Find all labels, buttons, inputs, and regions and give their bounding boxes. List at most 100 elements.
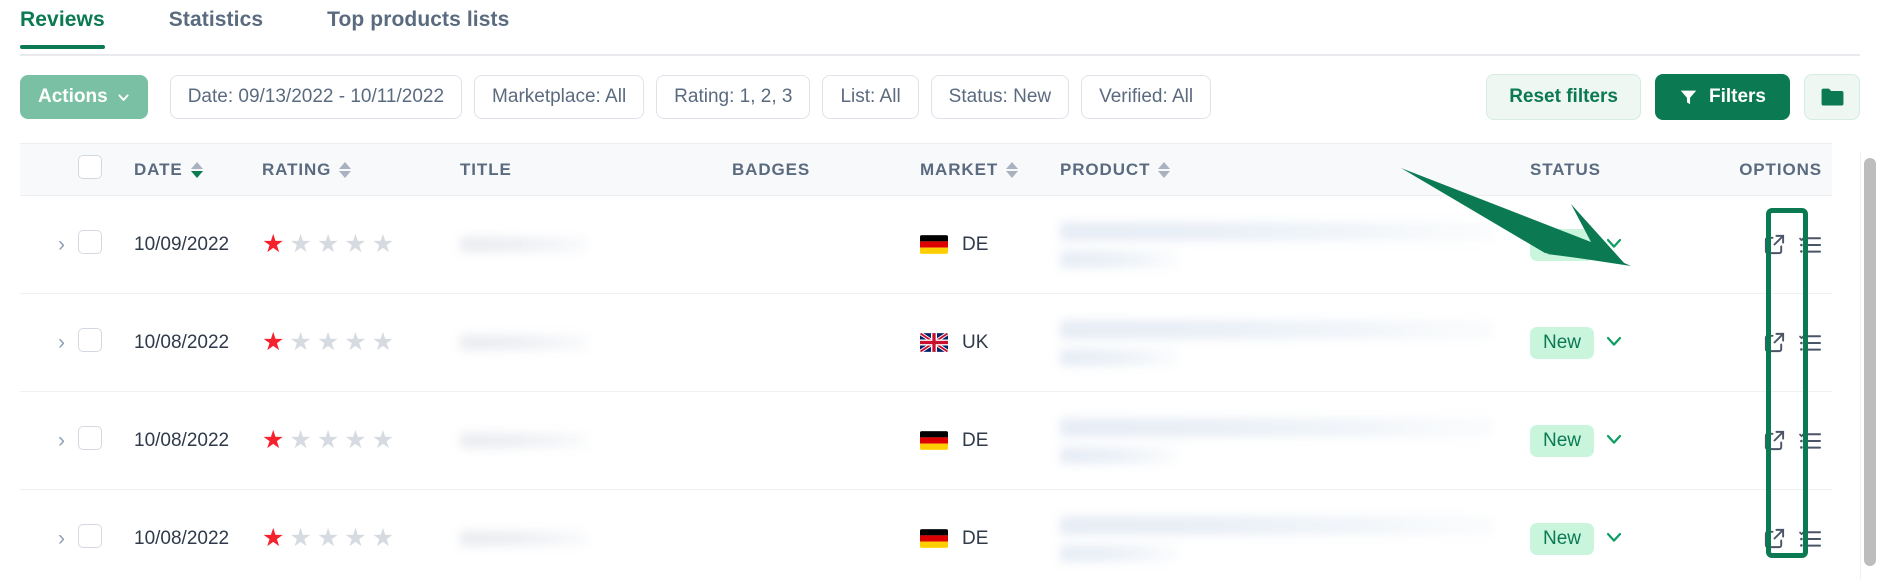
select-all-checkbox[interactable] — [78, 155, 102, 179]
filter-chip-marketplace[interactable]: Marketplace: All — [474, 75, 645, 119]
star-icon[interactable]: ★ — [262, 330, 284, 355]
cell-product — [1060, 391, 1530, 490]
table-row[interactable]: › 10/08/2022 ★ ★ ★ ★ ★ UK New — [20, 293, 1832, 392]
external-link-icon[interactable] — [1763, 429, 1786, 452]
chevron-right-icon[interactable]: › — [20, 331, 65, 354]
status-badge[interactable]: New — [1530, 326, 1595, 359]
star-icon[interactable]: ★ — [289, 428, 311, 453]
cell-date: 10/08/2022 — [134, 391, 262, 490]
cell-date: 10/08/2022 — [134, 293, 262, 392]
table-row[interactable]: › 10/08/2022 ★ ★ ★ ★ ★ DE New — [20, 490, 1832, 586]
sort-icon-market[interactable] — [1006, 161, 1019, 178]
row-checkbox[interactable] — [78, 523, 102, 548]
chevron-right-icon[interactable]: › — [20, 527, 65, 550]
row-select-cell[interactable] — [78, 490, 134, 586]
title-redacted-line — [460, 433, 588, 448]
product-redacted-line — [1060, 250, 1178, 268]
th-badges: BADGES — [732, 143, 920, 196]
folder-button[interactable] — [1804, 74, 1860, 120]
star-icon[interactable]: ★ — [317, 330, 339, 355]
filters-button[interactable]: Filters — [1654, 74, 1790, 120]
external-link-icon[interactable] — [1763, 233, 1786, 256]
star-icon[interactable]: ★ — [317, 232, 339, 257]
checklist-icon[interactable] — [1798, 527, 1822, 551]
vertical-scrollbar[interactable] — [1860, 152, 1878, 580]
filter-chip-verified[interactable]: Verified: All — [1081, 75, 1212, 119]
star-icon[interactable]: ★ — [289, 330, 311, 355]
checklist-icon[interactable] — [1798, 331, 1822, 355]
external-link-icon[interactable] — [1763, 527, 1786, 550]
chevron-down-icon[interactable] — [1606, 237, 1622, 252]
star-icon[interactable]: ★ — [372, 526, 394, 551]
th-options-label: OPTIONS — [1739, 159, 1822, 179]
tab-statistics[interactable]: Statistics — [169, 0, 287, 48]
checklist-icon[interactable] — [1798, 429, 1822, 453]
reset-filters-button[interactable]: Reset filters — [1486, 74, 1641, 120]
row-expander-cell[interactable]: › — [20, 293, 78, 392]
checklist-icon[interactable] — [1798, 233, 1822, 257]
star-icon[interactable]: ★ — [344, 330, 366, 355]
cell-title — [460, 391, 732, 490]
table-row[interactable]: › 10/08/2022 ★ ★ ★ ★ ★ DE New — [20, 391, 1832, 490]
tab-top-products-lists[interactable]: Top products lists — [327, 0, 533, 48]
cell-badges — [732, 195, 920, 294]
folder-icon — [1821, 88, 1843, 106]
tab-reviews[interactable]: Reviews — [20, 0, 129, 49]
row-expander-cell[interactable]: › — [20, 195, 78, 294]
th-date[interactable]: DATE — [134, 143, 262, 196]
row-expander-cell[interactable]: › — [20, 490, 78, 586]
status-badge[interactable]: New — [1530, 424, 1595, 457]
star-icon[interactable]: ★ — [372, 428, 394, 453]
row-expander-cell[interactable]: › — [20, 391, 78, 490]
star-icon[interactable]: ★ — [344, 428, 366, 453]
row-checkbox[interactable] — [78, 327, 102, 352]
cell-market: DE — [920, 490, 1060, 586]
status-badge[interactable]: New — [1530, 228, 1595, 261]
th-select-all — [78, 143, 134, 196]
market-code: DE — [962, 233, 989, 255]
star-icon[interactable]: ★ — [344, 526, 366, 551]
table-row[interactable]: › 10/09/2022 ★ ★ ★ ★ ★ DE New — [20, 195, 1832, 294]
status-badge[interactable]: New — [1530, 522, 1595, 555]
row-checkbox[interactable] — [78, 229, 102, 254]
chevron-down-icon[interactable] — [1606, 433, 1622, 448]
star-icon[interactable]: ★ — [289, 232, 311, 257]
th-rating[interactable]: RATING — [262, 143, 460, 196]
filter-chip-status[interactable]: Status: New — [930, 75, 1070, 119]
th-title-label: TITLE — [460, 159, 512, 179]
row-checkbox[interactable] — [78, 425, 102, 450]
star-icon[interactable]: ★ — [262, 428, 284, 453]
external-link-icon[interactable] — [1763, 331, 1786, 354]
chevron-right-icon[interactable]: › — [20, 429, 65, 452]
chevron-down-icon[interactable] — [1606, 335, 1622, 350]
star-icon[interactable]: ★ — [344, 232, 366, 257]
star-icon[interactable]: ★ — [289, 526, 311, 551]
cell-market: UK — [920, 293, 1060, 392]
th-market-label: MARKET — [920, 159, 999, 179]
filter-chip-rating[interactable]: Rating: 1, 2, 3 — [656, 75, 811, 119]
chevron-down-icon[interactable] — [1606, 531, 1622, 546]
row-select-cell[interactable] — [78, 391, 134, 490]
filter-chip-list[interactable]: List: All — [822, 75, 919, 119]
th-product[interactable]: PRODUCT — [1060, 143, 1530, 196]
star-icon[interactable]: ★ — [262, 526, 284, 551]
filter-chip-date[interactable]: Date: 09/13/2022 - 10/11/2022 — [169, 75, 463, 119]
sort-icon-product[interactable] — [1158, 161, 1171, 178]
cell-badges — [732, 490, 920, 586]
scrollbar-thumb[interactable] — [1864, 158, 1876, 566]
star-icon[interactable]: ★ — [317, 526, 339, 551]
row-select-cell[interactable] — [78, 293, 134, 392]
actions-button[interactable]: Actions — [20, 75, 148, 119]
sort-icon-rating[interactable] — [339, 161, 352, 178]
star-icon[interactable]: ★ — [262, 232, 284, 257]
star-icon[interactable]: ★ — [372, 330, 394, 355]
th-rating-label: RATING — [262, 159, 332, 179]
sort-icon-date[interactable] — [190, 161, 203, 178]
star-icon[interactable]: ★ — [317, 428, 339, 453]
star-icon[interactable]: ★ — [372, 232, 394, 257]
cell-rating: ★ ★ ★ ★ ★ — [262, 490, 460, 586]
chevron-right-icon[interactable]: › — [20, 233, 65, 256]
th-badges-label: BADGES — [732, 159, 811, 179]
th-market[interactable]: MARKET — [920, 143, 1060, 196]
row-select-cell[interactable] — [78, 195, 134, 294]
